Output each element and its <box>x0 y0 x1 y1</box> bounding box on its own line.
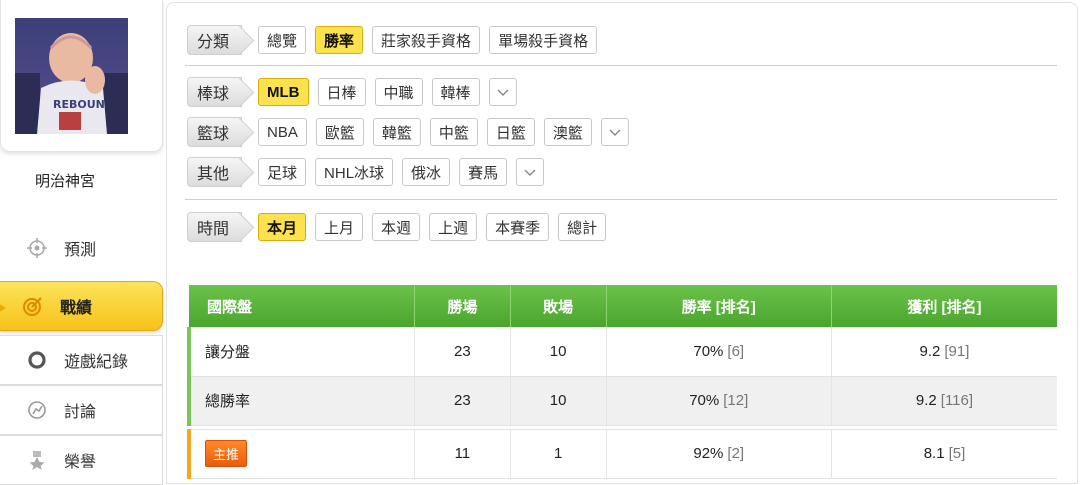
opt-nhl[interactable]: NHL冰球 <box>315 158 394 186</box>
nav-label: 戰績 <box>60 300 93 317</box>
losses-cell: 1 <box>510 428 607 479</box>
opt-overview[interactable]: 總覽 <box>258 26 307 54</box>
col-header: 敗場 <box>510 285 607 327</box>
opt-nba[interactable]: NBA <box>258 118 307 146</box>
filter-other: 其他 足球 NHL冰球 俄冰 賽馬 <box>187 157 553 187</box>
opt-banker-killer[interactable]: 莊家殺手資格 <box>372 26 481 54</box>
opt-jbl[interactable]: 日籃 <box>486 118 535 146</box>
target-icon <box>22 295 44 317</box>
nav-label: 討論 <box>64 404 97 421</box>
filter-time: 時間 本月 上月 本週 上週 本賽季 總計 <box>187 212 615 242</box>
chevron-down-icon <box>609 124 621 141</box>
table-row: 讓分盤 23 10 70% [6] 9.2 [91] <box>186 327 1057 377</box>
side-nav: 預測 戰績 遊戲紀錄 討論 榮譽 <box>0 222 163 485</box>
filter-label: 棒球 <box>187 77 243 107</box>
filter-label: 籃球 <box>187 117 243 147</box>
expand-other-button[interactable] <box>516 158 545 186</box>
opt-khl[interactable]: 俄冰 <box>402 158 451 186</box>
filter-basketball: 籃球 NBA 歐籃 韓籃 中籃 日籃 澳籃 <box>187 117 638 147</box>
opt-horse[interactable]: 賽馬 <box>459 158 508 186</box>
opt-this-month[interactable]: 本月 <box>258 213 307 241</box>
table-row: 總勝率 23 10 70% [12] 9.2 [116] <box>186 376 1057 426</box>
row-name: 讓分盤 <box>186 327 415 377</box>
opt-last-week[interactable]: 上週 <box>429 213 478 241</box>
rate-cell: 70% [6] <box>606 327 832 377</box>
expand-baseball-button[interactable] <box>488 78 517 106</box>
opt-kbl[interactable]: 韓籃 <box>372 118 421 146</box>
main-panel: 分類 總覽 勝率 莊家殺手資格 單場殺手資格 棒球 MLB 日棒 中職 韓棒 籃… <box>166 2 1078 484</box>
nav-record[interactable]: 戰績 <box>0 281 163 331</box>
medal-icon <box>26 449 48 471</box>
chat-icon <box>26 399 48 421</box>
circle-icon <box>26 349 48 371</box>
row-name: 總勝率 <box>186 376 415 426</box>
nav-game-log[interactable]: 遊戲紀錄 <box>0 335 163 385</box>
rate-cell: 92% [2] <box>606 428 832 479</box>
filter-label: 時間 <box>187 212 243 242</box>
divider <box>185 199 1057 200</box>
opt-this-season[interactable]: 本賽季 <box>486 213 550 241</box>
opt-this-week[interactable]: 本週 <box>372 213 421 241</box>
col-header: 獲利 [排名] <box>831 285 1057 327</box>
rate-cell: 70% [12] <box>606 376 832 426</box>
opt-single-killer[interactable]: 單場殺手資格 <box>489 26 598 54</box>
profit-cell: 9.2 [116] <box>831 376 1057 426</box>
sidebar: REBOUN 明治神宮 預測 戰績 遊戲紀錄 討論 榮譽 <box>0 0 163 485</box>
avatar[interactable]: REBOUN <box>15 18 128 134</box>
opt-nbl[interactable]: 澳籃 <box>543 118 592 146</box>
opt-kbo[interactable]: 韓棒 <box>431 78 480 106</box>
opt-mlb[interactable]: MLB <box>258 78 309 106</box>
losses-cell: 10 <box>510 327 607 377</box>
chevron-down-icon <box>524 164 536 181</box>
opt-cpbl[interactable]: 中職 <box>374 78 423 106</box>
wins-cell: 23 <box>414 376 511 426</box>
profit-cell: 8.1 [5] <box>831 428 1057 479</box>
table-row-featured: 主推 11 1 92% [2] 8.1 [5] <box>186 428 1057 479</box>
chevron-down-icon <box>497 84 509 101</box>
opt-cba[interactable]: 中籃 <box>429 118 478 146</box>
divider <box>185 65 1057 66</box>
filter-label: 其他 <box>187 157 243 187</box>
expand-basketball-button[interactable] <box>600 118 629 146</box>
opt-last-month[interactable]: 上月 <box>315 213 364 241</box>
opt-winrate[interactable]: 勝率 <box>315 26 364 54</box>
col-header: 勝場 <box>414 285 511 327</box>
profile-card: REBOUN <box>0 0 163 152</box>
svg-text:REBOUN: REBOUN <box>53 98 105 111</box>
filter-category: 分類 總覽 勝率 莊家殺手資格 單場殺手資格 <box>187 25 606 55</box>
featured-badge: 主推 <box>205 440 248 467</box>
opt-euro[interactable]: 歐籃 <box>315 118 364 146</box>
nav-honor[interactable]: 榮譽 <box>0 435 163 485</box>
opt-total[interactable]: 總計 <box>558 213 607 241</box>
crosshair-icon <box>26 237 48 259</box>
profit-cell: 9.2 [91] <box>831 327 1057 377</box>
opt-soccer[interactable]: 足球 <box>258 158 307 186</box>
stats-table: 國際盤 勝場 敗場 勝率 [排名] 獲利 [排名] 讓分盤 23 10 70%[… <box>186 285 1057 479</box>
col-header: 國際盤 <box>189 285 415 327</box>
username: 明治神宮 <box>34 173 95 190</box>
losses-cell: 10 <box>510 376 607 426</box>
opt-npb[interactable]: 日棒 <box>317 78 366 106</box>
nav-label: 遊戲紀錄 <box>64 354 129 371</box>
table-header: 國際盤 勝場 敗場 勝率 [排名] 獲利 [排名] <box>189 285 1057 327</box>
wins-cell: 11 <box>414 428 511 479</box>
nav-predict[interactable]: 預測 <box>0 222 163 274</box>
nav-discuss[interactable]: 討論 <box>0 385 163 435</box>
nav-label: 預測 <box>64 242 97 259</box>
wins-cell: 23 <box>414 327 511 377</box>
filter-baseball: 棒球 MLB 日棒 中職 韓棒 <box>187 77 526 107</box>
row-name: 主推 <box>186 428 415 479</box>
nav-label: 榮譽 <box>64 454 97 471</box>
col-header: 勝率 [排名] <box>606 285 832 327</box>
filter-label: 分類 <box>187 25 243 55</box>
